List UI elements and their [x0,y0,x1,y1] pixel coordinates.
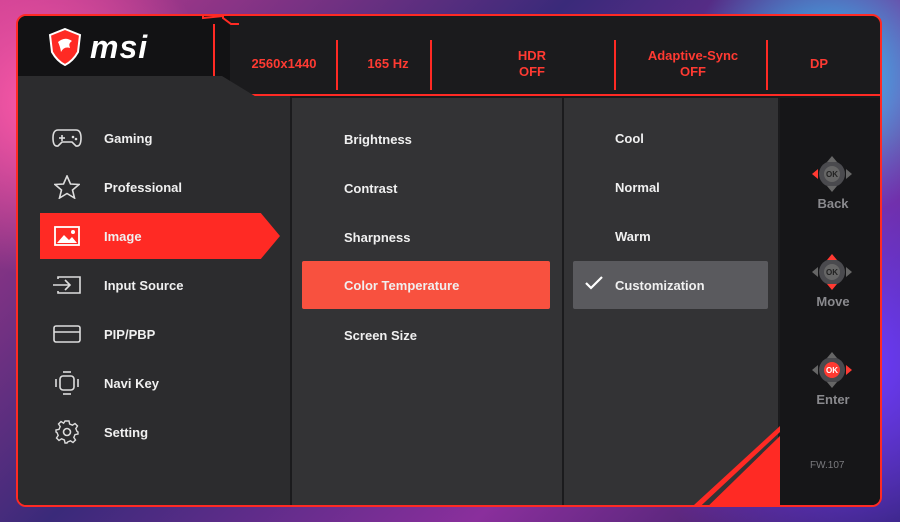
sub-menu-label: Brightness [344,131,412,147]
main-menu-label: Gaming [104,130,153,146]
sub-menu-label: Contrast [344,180,398,196]
status-input: DP [784,38,854,90]
option-label: Warm [615,228,651,244]
resolution-value: 2560x1440 [251,56,317,71]
input-source-icon [52,273,82,297]
sub-menu-label: Sharpness [344,229,411,245]
main-menu-label: Navi Key [104,375,159,391]
main-menu-pip-pbp[interactable]: PIP/PBP [40,311,280,357]
status-bar: 2560x1440 165 Hz HDR OFF Adaptive-Sync O… [214,24,880,94]
sub-menu-brightness[interactable]: Brightness [302,116,550,162]
gear-icon [52,420,82,444]
main-menu-tab [18,76,258,98]
main-menu-image[interactable]: Image [40,213,280,259]
input-value: DP [809,56,829,71]
main-menu-label: Professional [104,179,183,195]
hdr-title: HDR [517,48,547,63]
option-label: Normal [615,179,660,195]
ok-label: OK [826,366,838,375]
main-menu-gaming[interactable]: Gaming [40,115,280,161]
main-menu-label: Setting [104,424,149,440]
option-label: Cool [615,130,644,146]
option-warm[interactable]: Warm [573,213,768,259]
main-menu-label: Image [104,228,142,244]
sub-menu-screen-size[interactable]: Screen Size [302,312,550,358]
image-icon [52,224,82,248]
sub-menu-label: Screen Size [344,327,417,343]
status-underline [214,94,880,96]
status-divider [430,40,432,90]
main-menu-navi-key[interactable]: Navi Key [40,360,280,406]
status-divider [614,40,616,90]
navi-enter-icon: OK [812,352,852,388]
checkmark-icon [585,276,603,290]
navi-move-icon: OK [812,254,852,290]
refresh-value: 165 Hz [367,56,409,71]
status-refresh: 165 Hz [338,38,438,90]
main-menu-professional[interactable]: Professional [40,164,280,210]
adaptive-sync-value: OFF [680,64,706,79]
corner-accent [693,426,780,505]
status-hdr: HDR OFF [482,38,582,90]
main-menu-input-source[interactable]: Input Source [40,262,280,308]
ok-label: OK [826,268,838,277]
navi-enter-label: Enter [816,392,850,407]
adaptive-sync-title: Adaptive-Sync [647,48,739,63]
brand-name: msi [90,29,149,65]
star-icon [52,175,82,199]
navi-back-label: Back [817,196,849,211]
option-customization[interactable]: Customization [573,261,768,309]
navi-key-icon [52,371,82,395]
sub-menu-sharpness[interactable]: Sharpness [302,214,550,260]
ok-label: OK [826,170,838,179]
osd-window: msi 2560x1440 165 Hz HDR OFF Adaptive-Sy… [16,14,882,507]
sub-menu-contrast[interactable]: Contrast [302,165,550,211]
status-adaptive-sync: Adaptive-Sync OFF [634,38,752,90]
logo-area: msi [18,16,230,86]
main-menu-label: Input Source [104,277,184,293]
msi-dragon-logo-icon [48,28,82,66]
sub-menu-color-temperature[interactable]: Color Temperature [302,261,550,309]
main-menu-label: PIP/PBP [104,326,156,342]
navi-move-label: Move [816,294,850,309]
option-normal[interactable]: Normal [573,164,768,210]
firmware-version: FW.107 [810,460,845,471]
option-label: Customization [615,277,705,293]
pip-icon [52,322,82,346]
gamepad-icon [52,126,82,150]
hdr-value: OFF [519,64,545,79]
sub-menu-label: Color Temperature [344,277,460,293]
status-divider [766,40,768,90]
option-cool[interactable]: Cool [573,115,768,161]
status-resolution: 2560x1440 [234,38,334,90]
main-menu-setting[interactable]: Setting [40,409,280,455]
navi-back-icon: OK [812,156,852,192]
